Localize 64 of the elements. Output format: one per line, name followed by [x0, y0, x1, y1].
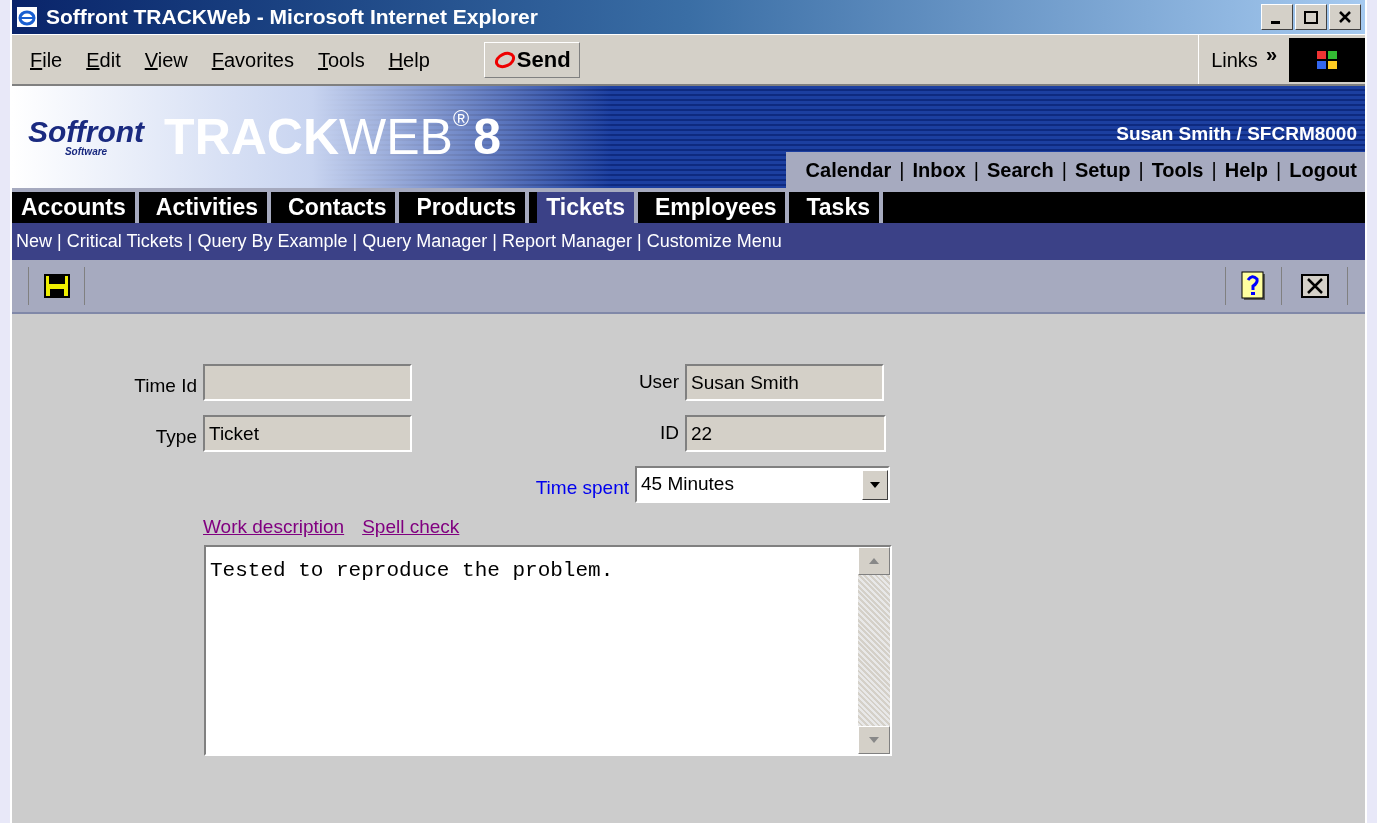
field-label: Type: [154, 425, 198, 450]
user-field[interactable]: Susan Smith: [685, 364, 884, 401]
link-separator: |: [1276, 158, 1282, 183]
menu-item[interactable]: Help: [388, 44, 430, 75]
header-link[interactable]: Setup: [1074, 155, 1131, 185]
submenu-separator: |: [637, 230, 642, 253]
user-label: Susan Smith / SFCRM8000: [1116, 121, 1358, 146]
submenu-separator: |: [352, 230, 358, 253]
link-separator: |: [1211, 158, 1217, 183]
spell-check-link[interactable]: Spell check: [362, 513, 460, 542]
field-label: Time Id: [133, 374, 198, 399]
menu-item[interactable]: View: [144, 44, 188, 75]
send-button[interactable]: Send: [483, 41, 580, 78]
link-separator: |: [973, 158, 979, 183]
close-icon[interactable]: [1301, 274, 1329, 298]
scrollbar[interactable]: [858, 546, 890, 754]
submenu-link[interactable]: Report Manager: [501, 228, 632, 255]
header-link[interactable]: Logout: [1289, 155, 1357, 185]
submenu-link[interactable]: Query By Example: [197, 228, 348, 255]
id-field[interactable]: 22: [685, 415, 886, 452]
submenu-separator: |: [492, 230, 497, 253]
browser-icon: [16, 6, 38, 28]
window-title: Soffront TRACKWeb - Microsoft Internet Explorer: [46, 4, 538, 31]
link-separator: |: [1138, 158, 1144, 183]
close-button[interactable]: [1329, 4, 1361, 30]
maximize-icon: [1304, 10, 1318, 24]
company-logo: Soffront Software: [28, 117, 145, 157]
close-icon: [1339, 11, 1351, 23]
time-spent-dropdown[interactable]: 45 Minutes: [635, 466, 890, 503]
header-link[interactable]: Calendar: [805, 155, 892, 185]
field-label: User: [637, 370, 680, 395]
submenu-link[interactable]: Critical Tickets: [66, 228, 183, 255]
menu-item[interactable]: Favorites: [211, 44, 294, 75]
minimize-icon: [1270, 20, 1280, 24]
save-icon[interactable]: [44, 274, 70, 298]
submenu-separator: |: [57, 230, 62, 253]
field-label: ID: [659, 421, 680, 446]
submenu-link[interactable]: New: [16, 228, 52, 255]
scroll-down-icon[interactable]: [858, 725, 890, 754]
menu-item[interactable]: Tools: [317, 44, 365, 75]
header-link[interactable]: Search: [986, 155, 1054, 185]
submenu-link[interactable]: Customize Menu: [646, 228, 782, 255]
work-description-field[interactable]: Tested to reproduce the problem.: [204, 544, 892, 756]
help-icon[interactable]: [1241, 271, 1267, 301]
send-icon: [492, 49, 517, 70]
time-id-field[interactable]: [203, 364, 412, 401]
link-separator: |: [1061, 158, 1067, 183]
header-link[interactable]: Inbox: [912, 155, 966, 185]
header-link[interactable]: Tools: [1151, 155, 1204, 185]
menu-item[interactable]: File: [30, 44, 63, 75]
scroll-up-icon[interactable]: [858, 546, 890, 575]
windows-logo-icon: [1289, 37, 1365, 82]
work-description-link[interactable]: Work description: [203, 513, 345, 542]
submenu-link[interactable]: Query Manager: [362, 228, 488, 255]
type-field[interactable]: Ticket: [203, 415, 412, 452]
maximize-button[interactable]: [1295, 4, 1327, 30]
menu-item[interactable]: Edit: [86, 44, 121, 75]
header-link[interactable]: Help: [1224, 155, 1269, 185]
minimize-button[interactable]: [1261, 4, 1293, 30]
submenu-separator: |: [187, 230, 193, 253]
time-spent-link[interactable]: Time spent: [535, 466, 635, 503]
module-tab[interactable]: Tickets: [537, 192, 638, 223]
link-separator: |: [899, 158, 905, 183]
product-title: TRACKWEB®8: [164, 112, 501, 162]
